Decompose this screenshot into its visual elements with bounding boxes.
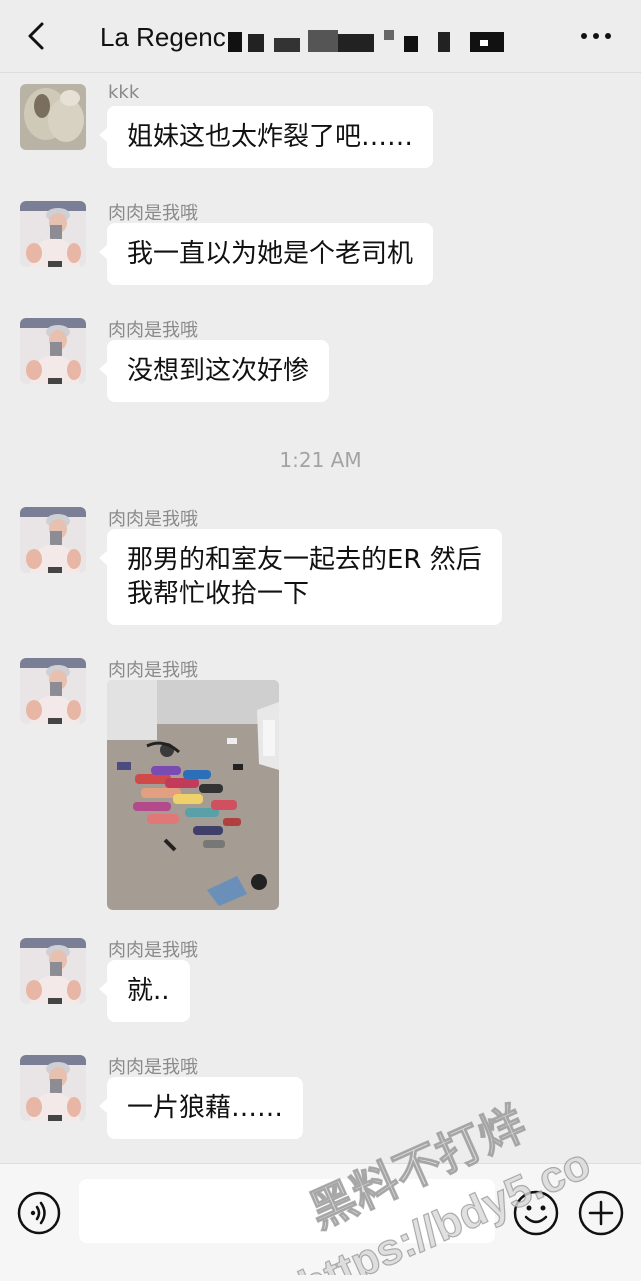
message-bubble[interactable]: 我一直以为她是个老司机 xyxy=(98,223,434,285)
chat-title: La Regenc xyxy=(100,22,226,52)
sender-name: 肉肉是我哦 xyxy=(108,1057,198,1078)
avatar[interactable] xyxy=(20,507,86,573)
more-dots-icon[interactable] xyxy=(578,22,614,50)
emoji-icon[interactable] xyxy=(512,1189,560,1237)
sender-name: 肉肉是我哦 xyxy=(108,203,198,224)
chat-header: La Regenc xyxy=(0,0,641,73)
sender-name: 肉肉是我哦 xyxy=(108,509,198,530)
timestamp: 1:21 AM xyxy=(279,448,362,472)
message-bubble[interactable]: 那男的和室友一起去的ER 然后 我帮忙收拾一下 xyxy=(99,529,502,625)
message-line: 我帮忙收拾一下 xyxy=(127,579,310,609)
avatar[interactable] xyxy=(20,318,86,384)
chevron-left-icon[interactable] xyxy=(22,20,54,52)
sender-name: kkk xyxy=(108,82,140,103)
avatar[interactable] xyxy=(20,1055,86,1121)
photo-message[interactable] xyxy=(107,680,279,910)
message-bubble[interactable]: 姐妹这也太炸裂了吧…… xyxy=(98,106,434,168)
input-bar xyxy=(0,1163,641,1281)
sender-name: 肉肉是我哦 xyxy=(108,660,198,681)
plus-icon[interactable] xyxy=(577,1189,625,1237)
sender-name: 肉肉是我哦 xyxy=(108,940,198,961)
censor-mosaic xyxy=(228,30,504,52)
message-bubble[interactable]: 没想到这次好惨 xyxy=(98,340,330,402)
avatar[interactable] xyxy=(20,84,86,150)
avatar[interactable] xyxy=(20,938,86,1004)
sender-name: 肉肉是我哦 xyxy=(108,320,198,341)
avatar[interactable] xyxy=(20,201,86,267)
message-line: 那男的和室友一起去的ER 然后 xyxy=(127,545,482,575)
voice-icon[interactable] xyxy=(16,1190,62,1236)
avatar[interactable] xyxy=(20,658,86,724)
message-bubble[interactable]: 就.. xyxy=(99,960,190,1022)
message-bubble[interactable]: 一片狼藉…… xyxy=(98,1077,304,1139)
message-input[interactable] xyxy=(79,1179,495,1243)
